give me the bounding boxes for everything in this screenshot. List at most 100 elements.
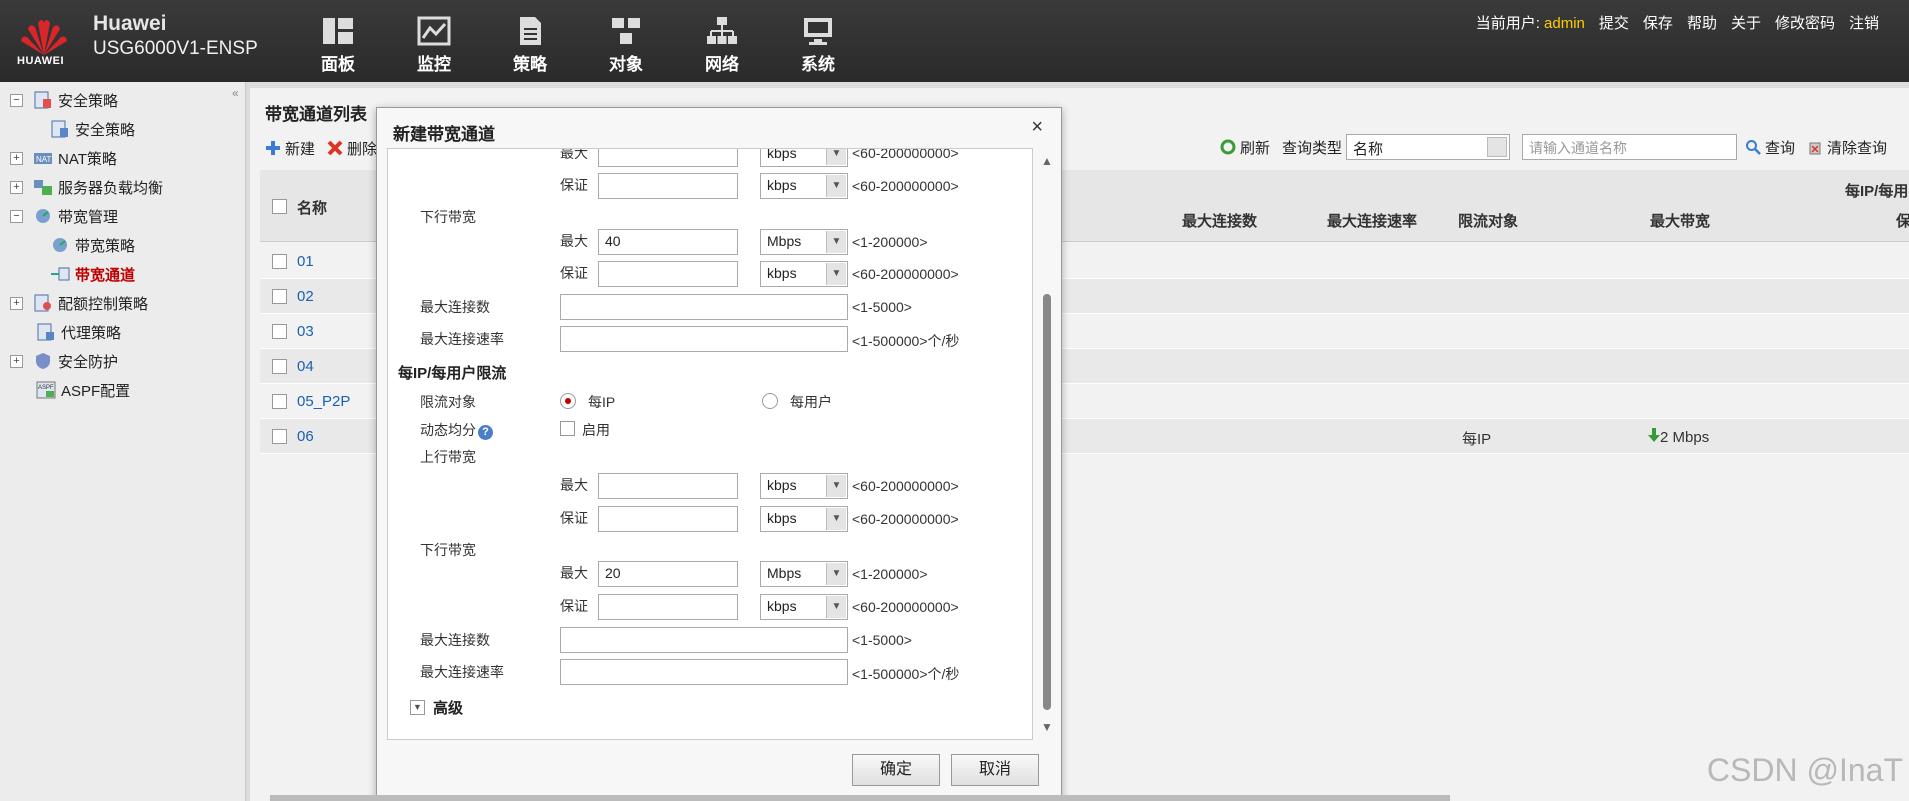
row-checkbox[interactable] [272,289,287,304]
scroll-up-icon[interactable]: ▲ [1041,154,1053,168]
col-max-bw[interactable]: 最大带宽 [1650,210,1710,231]
row-name-link[interactable]: 05_P2P [297,393,350,410]
up2-guar-input[interactable] [598,506,738,532]
up-max-unit-select[interactable]: kbps ▼ [760,149,848,167]
proxy-icon [37,323,54,341]
sidebar-item-proxy-policy[interactable]: 代理策略 [36,321,121,343]
dialog-scrollbar[interactable]: ▲ ▼ [1041,154,1053,734]
up-max-input[interactable] [598,149,738,167]
row-name-link[interactable]: 06 [297,428,314,445]
down-max-unit-select[interactable]: Mbps ▼ [760,229,848,255]
collapse-icon[interactable]: − [10,209,23,223]
max-conn-rate-input-2[interactable] [560,659,848,685]
col-limit-target[interactable]: 限流对象 [1458,210,1518,231]
change-password-link[interactable]: 修改密码 [1775,12,1835,33]
down-max-input[interactable]: 40 [598,229,738,255]
advanced-toggle[interactable]: ▼ 高级 [410,697,463,718]
ok-button[interactable]: 确定 [852,754,940,786]
help-icon[interactable]: ? [478,425,493,440]
row-name-link[interactable]: 03 [297,323,314,340]
down2-guar-input[interactable] [598,594,738,620]
per-user-radio[interactable] [762,393,778,409]
down-guar-unit-select[interactable]: kbps ▼ [760,261,848,287]
up-guar-hint: <60-200000000> [852,178,959,194]
row-checkbox[interactable] [272,429,287,444]
sidebar-item-bandwidth-mgmt[interactable]: − 带宽管理 [10,205,118,227]
up-guar-label: 保证 [560,177,588,193]
submit-link[interactable]: 提交 [1599,12,1629,33]
nav-policy[interactable]: 策略 [482,16,578,75]
new-bandwidth-channel-dialog: 新建带宽通道 × 最大 kbps ▼ <60-200000000> 保证 kbps… [376,107,1062,801]
dynamic-share-checkbox[interactable] [560,421,575,436]
query-type-label: 查询类型 [1281,139,1342,157]
sidebar-item-security-protection[interactable]: + 安全防护 [10,350,118,372]
max-conn-rate-input[interactable] [560,326,848,352]
nav-system[interactable]: 系统 [770,16,866,75]
about-link[interactable]: 关于 [1731,12,1761,33]
up-guar-input[interactable] [598,173,738,199]
monitor-icon [417,16,451,46]
channel-search-input[interactable]: 请输入通道名称 [1521,134,1737,160]
save-link[interactable]: 保存 [1643,12,1673,33]
expand-icon[interactable]: + [10,180,23,194]
delete-button[interactable]: 删除 [327,138,377,159]
nav-monitor[interactable]: 监控 [386,16,482,75]
nav-dashboard[interactable]: 面板 [290,16,386,75]
sidebar-item-security-policy-child[interactable]: 安全策略 [50,118,135,140]
expand-icon[interactable]: + [10,354,23,368]
col-max-conn-rate[interactable]: 最大连接速率 [1327,210,1417,231]
sidebar-item-quota-policy[interactable]: + 配额控制策略 [10,292,148,314]
sidebar-item-nat-policy[interactable]: + NAT NAT策略 [10,147,117,169]
per-ip-section-title: 每IP/每用户限流 [398,365,507,382]
row-limit-target: 每IP [1462,431,1492,448]
col-name[interactable]: 名称 [297,197,327,218]
sidebar-item-bandwidth-channel[interactable]: 带宽通道 [50,263,135,285]
row-checkbox[interactable] [272,394,287,409]
clear-search-button[interactable]: 清除查询 [1807,137,1887,158]
row-name-link[interactable]: 01 [297,253,314,270]
sidebar-item-aspf[interactable]: ASPF ASPF配置 [36,379,130,401]
row-max-bw-value: 2 Mbps [1660,429,1710,446]
collapse-icon[interactable]: − [10,93,23,107]
logout-link[interactable]: 注销 [1849,12,1879,33]
up2-max-unit-select[interactable]: kbps ▼ [760,473,848,499]
select-all-checkbox[interactable] [272,199,287,214]
nav-network[interactable]: 网络 [674,16,770,75]
search-button[interactable]: 查询 [1745,137,1795,158]
col-guarantee[interactable]: 保 [1896,210,1909,231]
close-icon[interactable]: × [1031,116,1043,139]
scroll-down-icon[interactable]: ▼ [1041,720,1053,734]
down-bw-label: 下行带宽 [420,209,476,225]
row-checkbox[interactable] [272,324,287,339]
row-checkbox[interactable] [272,359,287,374]
up2-max-input[interactable] [598,473,738,499]
query-type-select[interactable]: 名称 [1345,134,1510,160]
horizontal-scrollbar[interactable] [270,795,1450,801]
cancel-button[interactable]: 取消 [951,754,1039,786]
up-guar-unit-select[interactable]: kbps ▼ [760,173,848,199]
refresh-button[interactable]: 刷新 [1220,137,1270,158]
sidebar-item-server-lb[interactable]: + 服务器负载均衡 [10,176,163,198]
sidebar-item-bandwidth-policy[interactable]: 带宽策略 [50,234,135,256]
chevron-down-icon: ▼ [826,231,846,253]
per-ip-radio[interactable] [560,393,576,409]
up2-guar-unit-select[interactable]: kbps ▼ [760,506,848,532]
max-conn-input[interactable] [560,294,848,320]
down-guar-input[interactable] [598,261,738,287]
nav-object[interactable]: 对象 [578,16,674,75]
expand-icon[interactable]: + [10,296,23,310]
down2-max-input[interactable]: 20 [598,561,738,587]
expand-icon[interactable]: + [10,151,23,165]
sidebar-item-security-policy[interactable]: − 安全策略 [10,89,118,111]
max-conn-input-2[interactable] [560,627,848,653]
new-button[interactable]: 新建 [265,138,315,159]
col-max-conn[interactable]: 最大连接数 [1182,210,1257,231]
row-name-link[interactable]: 04 [297,358,314,375]
help-link[interactable]: 帮助 [1687,12,1717,33]
row-checkbox[interactable] [272,254,287,269]
down2-guar-unit-select[interactable]: kbps ▼ [760,594,848,620]
down2-max-unit-select[interactable]: Mbps ▼ [760,561,848,587]
scroll-thumb[interactable] [1043,294,1051,710]
row-name-link[interactable]: 02 [297,288,314,305]
collapse-sidebar-icon[interactable]: « [232,86,239,100]
